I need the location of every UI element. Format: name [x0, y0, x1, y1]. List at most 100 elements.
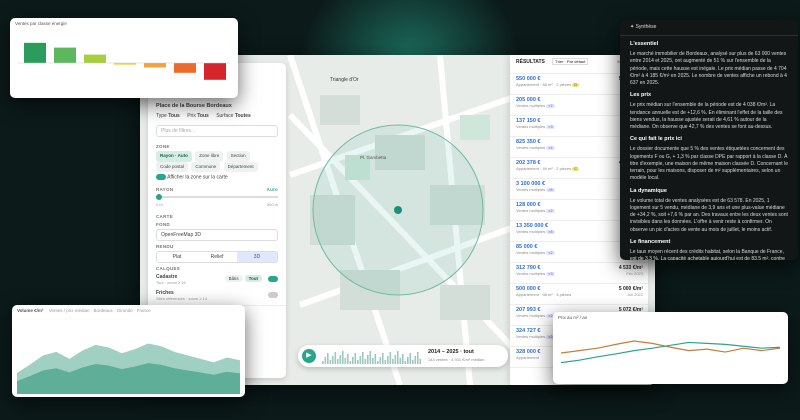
dpe-bar-A	[24, 42, 46, 63]
timeline-bar-mark	[417, 352, 419, 364]
result-badge: ×6	[546, 188, 555, 192]
timeline-bar-mark	[344, 358, 347, 364]
trend-line-chart	[560, 340, 781, 364]
result-row[interactable]: 312 790 € Ventes multiples ×3 4 533 €/m² Fé…	[510, 263, 648, 284]
zone-option-libre[interactable]: Zone libre	[195, 151, 224, 162]
zone-option-section[interactable]: Section	[226, 151, 250, 162]
dpe-bar-E	[144, 63, 166, 68]
s3-title: Ce qui fait le prix ici	[630, 136, 682, 143]
result-sub: Ventes multiples	[516, 208, 546, 213]
sort-select[interactable]: Trier · Par défaut	[552, 58, 589, 65]
result-sub: Ventes multiples	[516, 229, 546, 234]
render-flat[interactable]: Plat	[157, 252, 197, 262]
type-filter[interactable]: Type Tous	[156, 113, 180, 119]
cadastre-sub: Tout · zoom ≥ 16	[156, 280, 186, 286]
dpe-bar-chart	[18, 42, 230, 80]
price-filter[interactable]: Prix Tous	[187, 113, 209, 119]
dpe-bar-B	[54, 47, 76, 63]
timeline-bar-mark	[334, 352, 337, 364]
timeline-bar-mark	[337, 359, 339, 364]
timeline-bar-mark	[339, 355, 342, 364]
rayon-slider-handle[interactable]	[156, 194, 162, 201]
calques-header: CALQUES	[156, 266, 181, 272]
timeline-bar-mark	[377, 361, 379, 364]
render-relief[interactable]: Relief	[197, 252, 237, 262]
results-title: RÉSULTATS	[516, 59, 545, 65]
more-filters-field[interactable]: Plus de filtres...	[156, 125, 278, 137]
result-badge: D	[572, 83, 580, 87]
timeline-bar-mark	[384, 360, 387, 364]
result-badge: ×3	[546, 125, 555, 129]
carte-header: CARTE	[156, 214, 173, 220]
timeline-bar: ▶ 2014 – 2025 · tout 144 ventes · 4 931 …	[298, 345, 508, 367]
timeline-bar-mark	[399, 358, 402, 364]
timeline-bar-mark	[379, 357, 382, 364]
timeline-bar-mark	[367, 355, 369, 364]
zone-option-rayon[interactable]: Rayon · Auto	[156, 151, 192, 162]
timeline-bar-mark	[404, 361, 407, 364]
timeline-bar-mark	[407, 357, 409, 364]
result-sub: Ventes multiples	[516, 334, 546, 339]
dpe-bar-C	[84, 54, 106, 63]
zone-option-departement[interactable]: Département	[223, 161, 258, 173]
timeline-bar-mark	[389, 352, 392, 364]
timeline-bar-mark	[359, 356, 362, 364]
result-badge: ×2	[546, 209, 555, 213]
show-zone-label: Afficher la zone sur la carte	[167, 174, 228, 181]
cadastre-opt-batis[interactable]: Bâtis	[224, 275, 243, 283]
timeline-bar-mark	[409, 353, 412, 364]
timeline-bar-mark	[349, 361, 352, 364]
timeline-bar-mark	[362, 352, 364, 364]
fond-header: FOND	[156, 222, 170, 228]
zone-option-commune[interactable]: Commune	[191, 161, 221, 173]
cadastre-opt-tout[interactable]: Tout	[244, 275, 262, 283]
s4-title: La dynamique	[630, 187, 667, 194]
rayon-slider[interactable]	[156, 194, 278, 201]
result-date: Fév 2023	[626, 271, 643, 276]
dpe-bar-F	[174, 63, 196, 73]
basemap-select[interactable]: OpenFreeMap 3D	[156, 229, 278, 242]
rayon-value: Auto	[266, 187, 278, 193]
play-icon[interactable]: ▶	[302, 349, 316, 363]
cadastre-toggle[interactable]	[268, 276, 278, 283]
result-date: Juil 2022	[626, 292, 643, 297]
timeline-bar-mark	[419, 359, 422, 364]
s5-text: Le taux moyen récent des crédits habitat…	[630, 248, 785, 260]
timeline-bar-mark	[414, 356, 417, 364]
timeline-bar-mark	[364, 359, 367, 364]
s2-title: Les prix	[630, 92, 652, 99]
friches-toggle[interactable]	[268, 292, 278, 299]
timeline-bar-mark	[329, 360, 332, 364]
render-mode-segmented: Plat Relief 3D	[156, 251, 278, 264]
result-badge: ×2	[546, 104, 555, 108]
timeline-bar-mark	[382, 353, 384, 364]
friches-sub: Sites référencés · zoom ≥ 14	[156, 296, 208, 302]
timeline-bar-mark	[327, 353, 329, 364]
volume-chart-card: Volume €/m² Ventes / prix médian · Borde…	[12, 305, 245, 397]
render-3d[interactable]: 3D	[237, 252, 277, 263]
result-sub: Appartement · 68 m² · 2 pièces	[516, 82, 572, 87]
result-sub: Appartement · 49 m² · 2 pièces	[516, 166, 572, 171]
result-badge: ×3	[546, 272, 555, 276]
result-badge: ×2	[546, 251, 555, 255]
zone-option-code-postal[interactable]: Code postal	[156, 161, 189, 173]
trend-chart-title: Prix au m² / an	[558, 315, 588, 320]
timeline-bar-mark	[354, 353, 357, 364]
trend-chart-card: Prix au m² / an	[553, 312, 788, 384]
timeline-bar-mark	[374, 354, 377, 364]
timeline-histogram[interactable]	[322, 348, 422, 364]
result-row[interactable]: 500 000 € Appartement · 98 m² · 3 pièces …	[510, 284, 648, 305]
surface-filter[interactable]: Surface Toutes	[216, 113, 251, 119]
zone-header: ZONE	[156, 144, 170, 149]
timeline-bar-mark	[412, 360, 414, 364]
timeline-bar-mark	[342, 351, 344, 364]
result-badge: ×8	[546, 230, 555, 234]
show-zone-toggle[interactable]	[156, 174, 166, 181]
s3-text: Le dossier documente que 5 % des ventes …	[630, 146, 788, 182]
layer-friches: Friches Sites référencés · zoom ≥ 14	[156, 290, 278, 303]
synthese-icon: ✦	[630, 24, 635, 30]
result-sub: Appartement · 98 m² · 3 pièces	[516, 292, 572, 297]
timeline-bar-mark	[357, 360, 359, 364]
timeline-range: 2014 – 2025 · tout	[428, 349, 474, 355]
timeline-bar-mark	[402, 354, 404, 364]
